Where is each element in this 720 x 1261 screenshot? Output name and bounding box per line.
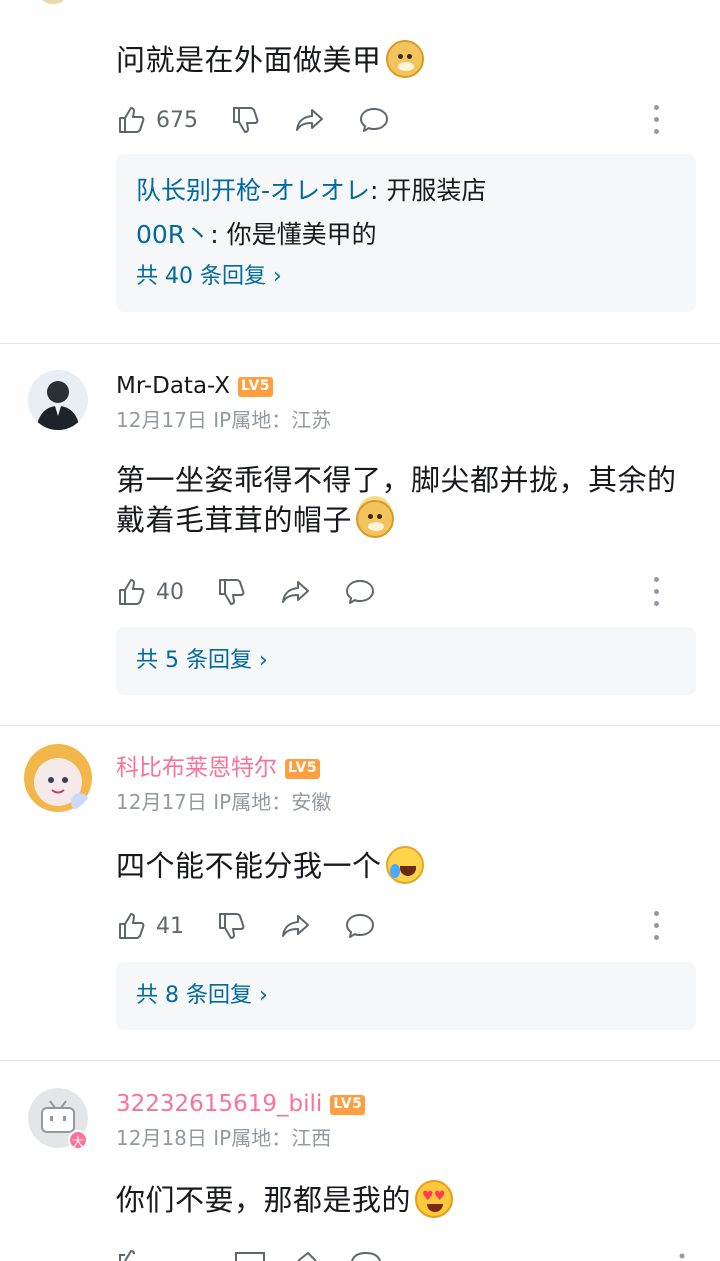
avatar xyxy=(40,0,66,4)
thumbs-down-icon xyxy=(233,107,259,133)
reply-preview-box[interactable]: 共 5 条回复 › xyxy=(116,627,696,695)
level-badge: LV5 xyxy=(285,759,321,779)
comment-actions: 675 xyxy=(116,100,696,140)
share-button[interactable] xyxy=(280,576,312,608)
comment-text: 第一坐姿乖得不得了，脚尖都并拢，其余的 戴着毛茸茸的帽子 xyxy=(116,463,677,538)
share-button[interactable] xyxy=(280,910,312,942)
doge-halo-emoji xyxy=(356,500,395,538)
reply-username[interactable]: 00R丶 xyxy=(136,220,210,249)
avatar[interactable] xyxy=(22,742,94,814)
comment-bubble-icon xyxy=(346,580,374,604)
dislike-button[interactable] xyxy=(216,576,248,608)
reply-button[interactable] xyxy=(344,910,376,942)
view-all-replies-link[interactable]: 共 40 条回复 › xyxy=(116,257,696,297)
doge-emoji xyxy=(385,40,424,78)
thumbs-down-icon xyxy=(219,913,245,939)
comment-text: 四个能不能分我一个 xyxy=(116,846,424,886)
username[interactable]: 科比布莱恩特尔 LV5 xyxy=(116,754,321,782)
thumbs-up-icon xyxy=(119,913,145,939)
like-button[interactable]: 40 xyxy=(116,576,184,608)
reply-preview-box[interactable]: 共 8 条回复 › xyxy=(116,962,696,1030)
thumbs-up-icon xyxy=(119,579,145,605)
reply-button[interactable] xyxy=(344,576,376,608)
more-options-icon[interactable] xyxy=(652,911,660,941)
view-all-replies-link[interactable]: 共 5 条回复 › xyxy=(116,641,696,681)
heart-eyes-emoji: ♥ ♥ xyxy=(415,1180,454,1218)
level-badge: LV5 xyxy=(237,377,274,397)
dislike-button[interactable] xyxy=(230,104,262,136)
dislike-button[interactable] xyxy=(216,910,248,942)
comment-actions: 41 xyxy=(116,906,696,946)
comment-meta: 12月17日 IP属地：安徽 xyxy=(116,790,332,814)
like-count: 40 xyxy=(156,579,184,605)
divider xyxy=(0,1060,720,1061)
previous-comment-header-cutoff xyxy=(40,0,360,6)
reply-preview-item: 队长别开枪-オレオレ: 开服装店 xyxy=(136,176,487,205)
vip-badge-icon: 大 xyxy=(68,1130,88,1150)
comment-meta: 12月17日 IP属地：江苏 xyxy=(116,408,332,432)
comment-actions-cutoff xyxy=(116,1244,696,1261)
comment-bubble-icon xyxy=(360,108,388,132)
thumbs-up-icon xyxy=(119,107,145,133)
share-icon xyxy=(296,109,323,131)
share-button[interactable] xyxy=(294,104,326,136)
divider xyxy=(0,343,720,344)
reply-username[interactable]: 队长别开枪-オレオレ xyxy=(136,176,370,205)
level-badge: LV5 xyxy=(330,1095,366,1115)
comment-meta: 12月18日 IP属地：江西 xyxy=(116,1126,332,1150)
reply-button[interactable] xyxy=(358,104,390,136)
share-icon xyxy=(282,915,309,937)
thumbs-down-icon xyxy=(219,579,245,605)
view-all-replies-link[interactable]: 共 8 条回复 › xyxy=(116,976,696,1016)
more-options-icon[interactable] xyxy=(652,577,660,607)
avatar[interactable] xyxy=(28,370,88,430)
like-button[interactable]: 41 xyxy=(116,910,184,942)
reply-preview-box[interactable]: 队长别开枪-オレオレ: 开服装店 00R丶: 你是懂美甲的 共 40 条回复 › xyxy=(116,154,696,312)
username[interactable]: Mr-Data-X LV5 xyxy=(116,372,274,400)
user-avatar-image xyxy=(24,744,92,812)
comment-text: 你们不要，那都是我的 ♥ ♥ xyxy=(116,1180,454,1220)
comment-text: 问就是在外面做美甲 xyxy=(116,40,424,80)
like-button[interactable]: 675 xyxy=(116,104,198,136)
divider xyxy=(0,725,720,726)
comment-bubble-icon xyxy=(346,914,374,938)
reply-preview-item: 00R丶: 你是懂美甲的 xyxy=(136,220,377,249)
more-options-icon[interactable] xyxy=(652,105,660,135)
comment-actions: 40 xyxy=(116,572,696,612)
share-icon xyxy=(282,581,309,603)
user-avatar-image xyxy=(28,370,88,430)
like-count: 675 xyxy=(156,107,198,133)
laugh-cry-emoji xyxy=(385,846,424,884)
like-count: 41 xyxy=(156,913,184,939)
username[interactable]: 32232615619_bili LV5 xyxy=(116,1090,366,1118)
